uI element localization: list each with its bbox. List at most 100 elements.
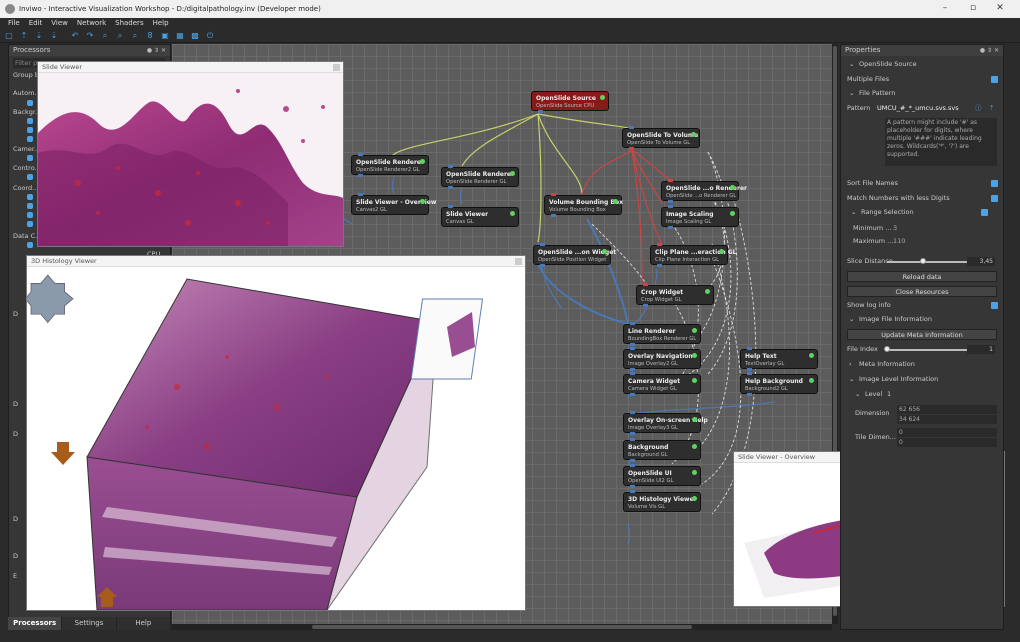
inport[interactable] bbox=[630, 411, 635, 414]
tab-help[interactable]: Help bbox=[117, 617, 171, 630]
processor-background[interactable]: Background Background GL bbox=[623, 438, 701, 462]
processor-item-icon[interactable] bbox=[27, 155, 33, 161]
slice-distance-slider[interactable] bbox=[887, 261, 967, 263]
inport[interactable] bbox=[630, 372, 635, 375]
inport[interactable] bbox=[747, 347, 752, 350]
tree-group-coordinates[interactable]: Coord... bbox=[13, 184, 38, 192]
window-close-icon[interactable] bbox=[333, 64, 340, 71]
tile-dimension-x-field[interactable]: 0 bbox=[897, 428, 997, 437]
outport[interactable] bbox=[643, 304, 648, 307]
outport[interactable] bbox=[668, 226, 673, 229]
image-file-info-group[interactable]: ⌄ Image File Information bbox=[841, 314, 1005, 325]
info-icon[interactable]: ⓘ bbox=[975, 103, 982, 114]
inport[interactable] bbox=[630, 438, 635, 441]
minimum-input[interactable]: 3 bbox=[893, 223, 897, 234]
inport[interactable] bbox=[630, 464, 635, 467]
menu-network[interactable]: Network bbox=[77, 18, 106, 29]
histology-viewer-header[interactable]: 3D Histology Viewer bbox=[27, 256, 525, 267]
show-log-info-checkbox[interactable] bbox=[991, 302, 998, 309]
processor-item-icon[interactable] bbox=[27, 136, 33, 142]
processor-openslide-renderer-2[interactable]: OpenSlide Renderer OpenSlide Renderer2 G… bbox=[351, 153, 429, 177]
dimension-y-field[interactable]: 34 624 bbox=[897, 415, 997, 424]
range-selection-group[interactable]: ⌄ Range Selection bbox=[841, 207, 1005, 218]
range-selection-checkbox[interactable] bbox=[981, 209, 988, 216]
processor-openslide-source[interactable]: OpenSlide Source OpenSlide Source CPU bbox=[531, 91, 609, 113]
processor-item-icon[interactable] bbox=[27, 212, 33, 218]
sort-file-names-checkbox[interactable] bbox=[991, 180, 998, 187]
level-group[interactable]: ⌄ Level 1 bbox=[841, 389, 1005, 400]
outport[interactable] bbox=[551, 214, 556, 217]
outport[interactable] bbox=[747, 368, 752, 371]
processor-volume-bounding-box[interactable]: Volume Bounding Box Volume Bounding Box bbox=[544, 193, 623, 217]
outport[interactable] bbox=[630, 485, 635, 488]
redo-icon[interactable]: ↷ bbox=[85, 31, 95, 41]
inport[interactable] bbox=[358, 153, 363, 156]
processor-clip-plane-interaction[interactable]: Clip Plane ...eraction GL Clip Plane Int… bbox=[650, 243, 736, 267]
panel-controls-icon[interactable]: ● ⇕ ✕ bbox=[980, 45, 999, 56]
inport[interactable] bbox=[643, 283, 648, 286]
canvas-horizontal-scrollbar[interactable] bbox=[172, 624, 832, 630]
processor-item-icon[interactable] bbox=[27, 118, 33, 124]
menu-view[interactable]: View bbox=[51, 18, 68, 29]
processor-help-background[interactable]: Help Background Background2 GL bbox=[740, 372, 818, 396]
slider-handle[interactable] bbox=[920, 258, 926, 264]
snap-icon[interactable]: 8 bbox=[145, 31, 155, 41]
outport[interactable] bbox=[538, 110, 543, 113]
zoom-fit-icon[interactable]: ⌕ bbox=[130, 31, 140, 41]
inport[interactable] bbox=[668, 205, 673, 208]
new-icon[interactable]: ▢ bbox=[4, 31, 14, 41]
processor-overlay-navigation[interactable]: Overlay Navigation Image Overlay2 GL bbox=[623, 347, 701, 371]
outport[interactable] bbox=[448, 186, 453, 189]
processor-overlay-on-screen-help[interactable]: Overlay On-screen Help Image Overlay3 GL bbox=[623, 411, 708, 435]
slider-handle[interactable] bbox=[884, 346, 890, 352]
processor-3d-histology-viewer[interactable]: 3D Histology Viewer Volume Vis GL bbox=[623, 490, 701, 512]
match-numbers-checkbox[interactable] bbox=[991, 195, 998, 202]
update-meta-button[interactable]: Update Meta Information bbox=[847, 329, 997, 340]
slide-viewer-window[interactable]: Slide Viewer bbox=[37, 61, 344, 247]
scrollbar-thumb[interactable] bbox=[312, 625, 692, 629]
image-icon[interactable]: ▦ bbox=[175, 31, 185, 41]
slice-distance-spinbox[interactable]: 3,45 bbox=[967, 257, 995, 266]
processor-openslide-position-widget[interactable]: OpenSlide ...on Widget OpenSlide Positio… bbox=[533, 243, 616, 267]
power-icon[interactable]: ⏻ bbox=[205, 31, 215, 41]
close-button[interactable]: ✕ bbox=[995, 3, 1005, 13]
histology-viewer-window[interactable]: 3D Histology Viewer bbox=[24, 255, 526, 611]
save-as-icon[interactable]: ⇣ bbox=[49, 31, 59, 41]
inport[interactable] bbox=[448, 205, 453, 208]
menu-help[interactable]: Help bbox=[153, 18, 169, 29]
dimension-x-field[interactable]: 62 656 bbox=[897, 405, 997, 414]
outport[interactable] bbox=[629, 147, 634, 150]
outport[interactable] bbox=[747, 393, 752, 396]
outport[interactable] bbox=[630, 343, 635, 346]
tab-settings[interactable]: Settings bbox=[62, 617, 117, 630]
tree-group-partial[interactable]: D bbox=[13, 515, 18, 523]
menu-shaders[interactable]: Shaders bbox=[115, 18, 143, 29]
inport[interactable] bbox=[630, 490, 635, 493]
multiple-files-checkbox[interactable] bbox=[991, 76, 998, 83]
file-index-slider[interactable] bbox=[887, 349, 967, 351]
tree-group-partial[interactable]: D bbox=[13, 400, 18, 408]
upload-icon[interactable]: ⇡ bbox=[989, 103, 994, 114]
menu-file[interactable]: File bbox=[8, 18, 20, 29]
outport[interactable] bbox=[657, 264, 662, 267]
inport[interactable] bbox=[657, 243, 662, 246]
inport[interactable] bbox=[630, 322, 635, 325]
file-pattern-group[interactable]: ⌄ File Pattern bbox=[841, 88, 1005, 99]
window-close-icon[interactable] bbox=[515, 258, 522, 265]
property-group-source[interactable]: ⌄ OpenSlide Source bbox=[841, 59, 1005, 70]
maximize-button[interactable]: ▫ bbox=[968, 3, 978, 13]
outport[interactable] bbox=[630, 432, 635, 435]
reload-data-button[interactable]: Reload data bbox=[847, 271, 997, 282]
processor-openslide-to-volume[interactable]: OpenSlide To Volume OpenSlide To Volume … bbox=[622, 126, 700, 150]
outport[interactable] bbox=[630, 459, 635, 462]
sort-file-names-row[interactable]: Sort File Names bbox=[841, 178, 1005, 189]
processor-item-icon[interactable] bbox=[27, 221, 33, 227]
inport[interactable] bbox=[629, 126, 634, 129]
match-numbers-row[interactable]: Match Numbers with less Digits bbox=[841, 193, 1005, 204]
inport[interactable] bbox=[540, 243, 545, 246]
minimize-button[interactable]: – bbox=[940, 3, 950, 13]
zoom-in-icon[interactable]: ⌕ bbox=[100, 31, 110, 41]
processor-item-icon[interactable] bbox=[27, 242, 33, 248]
processor-item-icon[interactable] bbox=[27, 194, 33, 200]
save-icon[interactable]: ⇣ bbox=[34, 31, 44, 41]
